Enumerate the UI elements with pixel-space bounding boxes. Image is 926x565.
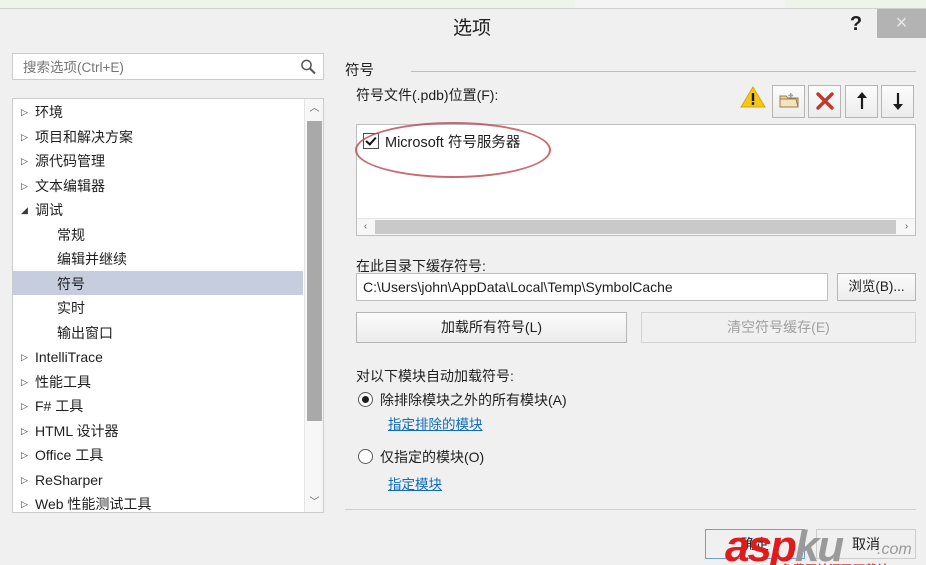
sidebar-item-5[interactable]: 常规 [13,222,303,247]
sidebar-item-10[interactable]: ▷ IntelliTrace [13,344,303,369]
options-tree[interactable]: ▷ 环境 ▷ 项目和解决方案 ▷ 源代码管理 ▷ 文本编辑器 ◢ 调试 常规 编辑并继续 符号 实时 输出窗… [12,98,324,513]
chevron-right-icon[interactable]: ▷ [21,345,35,370]
search-icon [299,58,317,76]
sidebar-item-14[interactable]: ▷ Office 工具 [13,442,303,467]
sidebar-item-label: 源代码管理 [35,153,105,170]
delete-x-icon[interactable] [808,85,841,118]
sidebar-item-label: HTML 设计器 [35,422,119,439]
cache-path-box[interactable] [356,273,828,301]
clear-symbol-cache-button: 清空符号缓存(E) [641,312,916,343]
sidebar-item-6[interactable]: 编辑并继续 [13,246,303,271]
link-specify-excluded-modules[interactable]: 指定排除的模块 [388,413,483,433]
chevron-right-icon[interactable]: ▷ [21,419,35,444]
radio-only-specified[interactable]: 仅指定的模块(O) [358,447,484,467]
move-down-icon[interactable] [881,85,914,118]
sidebar-item-label: 实时 [57,300,85,317]
chevron-right-icon[interactable]: ▷ [21,149,35,174]
close-icon[interactable]: × [877,9,926,38]
sidebar-item-2[interactable]: ▷ 源代码管理 [13,148,303,173]
scroll-right-icon[interactable]: › [898,219,915,235]
tree-vertical-scrollbar[interactable]: ︿ ﹀ [304,99,323,512]
list-horizontal-scrollbar[interactable]: ‹ › [357,218,915,235]
sidebar-item-7[interactable]: 符号 [13,270,303,295]
sidebar-item-label: 编辑并继续 [57,251,127,268]
sidebar-item-label: 文本编辑器 [35,177,105,194]
help-button[interactable]: ? [844,12,868,36]
auto-load-modules-label: 对以下模块自动加载符号: [356,368,514,384]
browse-button[interactable]: 浏览(B)... [837,273,916,301]
panel-header-rule [411,71,916,72]
cache-path-input[interactable] [357,274,827,300]
sidebar-item-label: 环境 [35,104,63,121]
pdb-location-label: 符号文件(.pdb)位置(F): [356,87,499,103]
tree-list: ▷ 环境 ▷ 项目和解决方案 ▷ 源代码管理 ▷ 文本编辑器 ◢ 调试 常规 编辑并继续 符号 实时 输出窗… [13,99,303,513]
chevron-right-icon[interactable]: ▷ [21,100,35,125]
sidebar-item-label: ReSharper [35,471,103,488]
sidebar-item-label: 项目和解决方案 [35,128,133,145]
checkbox-checked-icon[interactable] [363,133,379,149]
watermark-subtitle: 免费网站源码下载站! [781,561,893,565]
search-input[interactable] [21,54,295,81]
page-title: 选项 [453,18,492,39]
cancel-button[interactable]: 取消 [816,529,916,559]
radio-all-label: 除排除模块之外的所有模块(A) [380,392,567,408]
sidebar-item-label: Office 工具 [35,447,104,464]
sidebar-item-4[interactable]: ◢ 调试 [13,197,303,222]
chevron-right-icon[interactable]: ▷ [21,468,35,493]
radio-only-label: 仅指定的模块(O) [380,449,485,465]
radio-all-except-excluded[interactable]: 除排除模块之外的所有模块(A) [358,390,567,410]
options-dialog: 选项 ? × ▷环境▷项目和解决方案▷源代码管理▷文本编辑器◢调试常规编辑并继续… [0,8,926,565]
scroll-down-icon[interactable]: ﹀ [305,493,323,512]
warning-triangle-icon [736,85,769,118]
hscrollbar-thumb[interactable] [375,220,896,234]
sidebar-item-label: 性能工具 [35,373,91,390]
new-folder-icon[interactable] [772,85,805,118]
move-up-icon[interactable] [845,85,878,118]
chevron-right-icon[interactable]: ▷ [21,394,35,419]
sidebar-item-1[interactable]: ▷ 项目和解决方案 [13,124,303,149]
sidebar-item-label: 调试 [35,202,63,219]
sidebar-item-label: 常规 [57,226,85,243]
load-all-symbols-button[interactable]: 加载所有符号(L) [356,312,627,343]
chevron-right-icon[interactable]: ▷ [21,492,35,512]
sidebar-item-label: 输出窗口 [57,324,113,341]
screenshot-root: 选项 ? × ▷环境▷项目和解决方案▷源代码管理▷文本编辑器◢调试常规编辑并继续… [0,0,926,565]
link-specify-modules[interactable]: 指定模块 [388,473,442,493]
sidebar-item-11[interactable]: ▷ 性能工具 [13,369,303,394]
scrollbar-thumb[interactable] [307,121,322,421]
dialog-titlebar: 选项 ? × [0,9,926,43]
sidebar-item-16[interactable]: ▷ Web 性能测试工具 [13,491,303,513]
list-item-label: Microsoft 符号服务器 [385,135,521,151]
search-box[interactable] [12,53,324,81]
sidebar-item-8[interactable]: 实时 [13,295,303,320]
scroll-up-icon[interactable]: ︿ [305,99,323,118]
sidebar-item-13[interactable]: ▷ HTML 设计器 [13,418,303,443]
chevron-down-icon[interactable]: ◢ [21,198,35,223]
chevron-right-icon[interactable]: ▷ [21,370,35,395]
sidebar-item-12[interactable]: ▷ F# 工具 [13,393,303,418]
sidebar-item-0[interactable]: ▷ 环境 [13,99,303,124]
radio-unselected-icon[interactable] [358,449,373,464]
chevron-right-icon[interactable]: ▷ [21,174,35,199]
ok-button[interactable]: 确定 [705,529,805,559]
scroll-left-icon[interactable]: ‹ [357,219,374,235]
chevron-right-icon[interactable]: ▷ [21,125,35,150]
sidebar-item-label: IntelliTrace [35,349,103,366]
sidebar-item-9[interactable]: 输出窗口 [13,320,303,345]
footer-divider [345,509,916,510]
symbol-file-locations-list[interactable]: Microsoft 符号服务器 ‹ › [356,124,916,236]
sidebar-item-3[interactable]: ▷ 文本编辑器 [13,173,303,198]
sidebar-item-label: Web 性能测试工具 [35,496,152,513]
sidebar-item-label: F# 工具 [35,398,84,415]
list-item[interactable]: Microsoft 符号服务器 [363,131,520,152]
sidebar-item-label: 符号 [57,275,85,292]
sidebar-item-15[interactable]: ▷ ReSharper [13,467,303,492]
radio-selected-icon[interactable] [358,392,373,407]
panel-header: 符号 [345,63,374,79]
chevron-right-icon[interactable]: ▷ [21,443,35,468]
